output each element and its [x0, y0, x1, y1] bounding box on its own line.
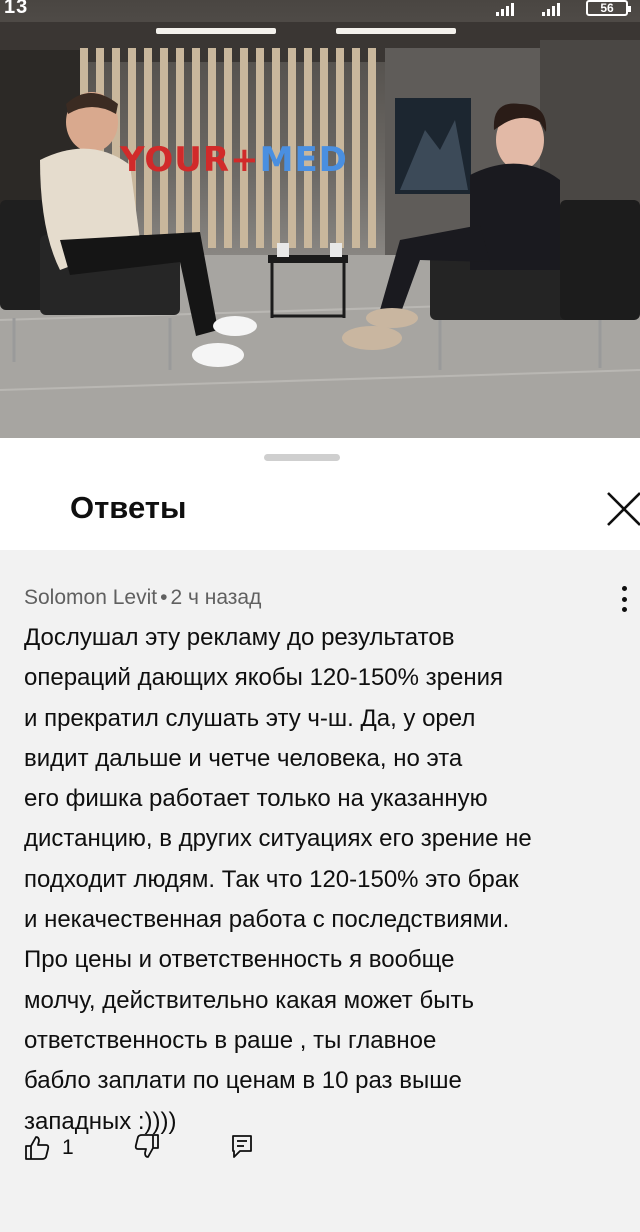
sheet-title: Ответы: [70, 490, 187, 525]
like-count: 1: [62, 1136, 74, 1159]
comment-item: Solomon Levit • 2 ч назад Дослушал эту р…: [0, 550, 640, 1232]
comment-line: Про цены и ответственность я вообще: [24, 946, 455, 974]
signal-strength-icon: [542, 2, 560, 16]
more-vertical-icon: [621, 586, 627, 591]
status-bar: 13 56: [0, 0, 640, 22]
logo-your: YOUR: [120, 140, 231, 180]
more-options-button[interactable]: [612, 584, 636, 614]
comment-line: Дослушал эту рекламу до результатов: [24, 624, 455, 651]
reply-icon: [231, 1134, 252, 1158]
like-button[interactable]: 1: [24, 1135, 74, 1161]
logo-plus: +: [230, 140, 260, 180]
close-icon: [607, 492, 640, 526]
comment-line: и прекратил слушать эту ч-ш. Да, у орел: [24, 704, 476, 732]
comment-author[interactable]: Solomon Levit: [24, 586, 157, 610]
dislike-button[interactable]: [134, 1133, 160, 1164]
sheet-drag-handle[interactable]: [264, 454, 340, 461]
close-button[interactable]: [604, 488, 640, 528]
replies-sheet: Ответы Solomon Levit • 2 ч назад Дослуша…: [0, 438, 640, 1232]
battery-icon: 56: [586, 0, 631, 16]
reply-button[interactable]: [230, 1133, 254, 1164]
thumb-up-icon: [25, 1136, 50, 1160]
comment-line: видит дальше и четче человека, но эта: [24, 744, 463, 772]
meta-separator: •: [160, 586, 168, 609]
comment-actions: 1: [24, 1128, 254, 1168]
thumb-down-icon: [134, 1133, 159, 1158]
video-frame-illustration: [0, 22, 640, 438]
comment-time: 2 ч назад: [170, 586, 262, 609]
comment-line: операций дающих якобы 120-150% зрения: [24, 664, 504, 692]
video-player[interactable]: YOUR+MED: [0, 0, 640, 438]
signal-strength-icon: [496, 2, 514, 16]
logo-med: MED: [259, 140, 348, 180]
comment-line: бабло заплати по ценам в 10 раз выше: [24, 1067, 462, 1095]
status-time: 13: [4, 0, 29, 18]
comment-meta: Solomon Levit • 2 ч назад: [24, 586, 261, 610]
comment-line: молчу, действительно какая может быть: [24, 986, 474, 1014]
comment-line: подходит людям. Так что 120-150% это бра…: [24, 865, 519, 893]
battery-level: 56: [600, 1, 614, 15]
comment-text: Дослушал эту рекламу до результатов опер…: [24, 618, 624, 1142]
comment-line: дистанцию, в других ситуациях его зрение…: [24, 825, 532, 853]
comment-line: ответственность в раше , ты главное: [24, 1026, 437, 1054]
video-brand-logo: YOUR+MED: [120, 140, 348, 180]
comment-line: и некачественная работа с последствиями.: [24, 906, 510, 934]
comment-line: его фишка работает только на указанную: [24, 785, 488, 813]
